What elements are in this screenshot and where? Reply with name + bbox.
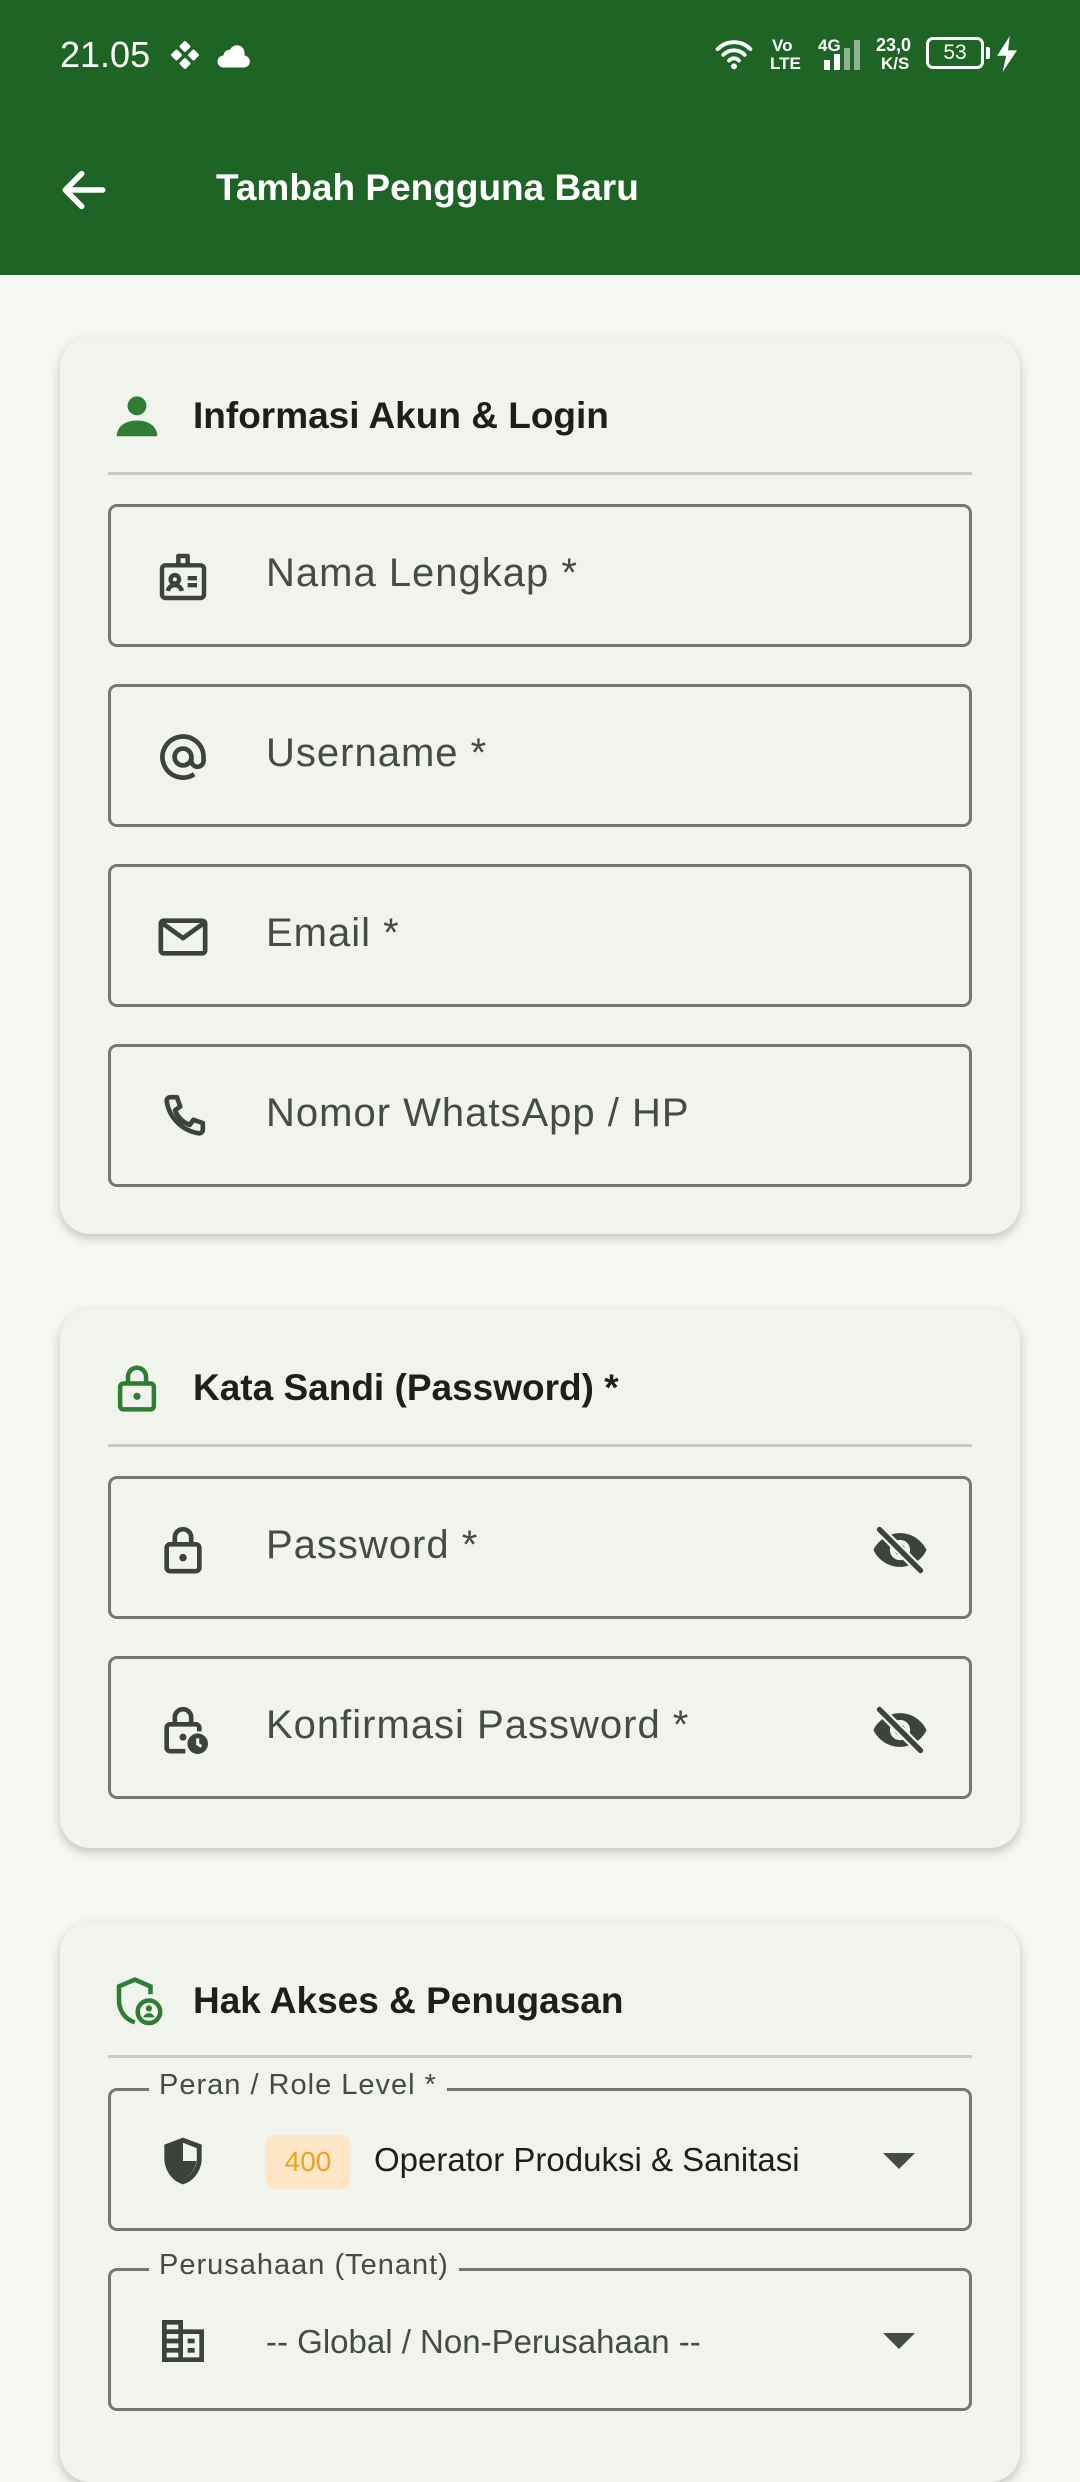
status-bar: 21.05 Vo LTE 4G 23,0 K/S 53 — [0, 0, 1080, 110]
eye-off-icon[interactable] — [871, 1703, 929, 1757]
role-dropdown[interactable]: Peran / Role Level * 400 Operator Produk… — [108, 2069, 972, 2231]
cloud-icon — [217, 45, 250, 68]
password-section-title: Kata Sandi (Password) * — [193, 1367, 619, 1408]
battery-tip — [986, 47, 990, 59]
divider — [108, 2055, 972, 2058]
signal-icon — [824, 40, 860, 70]
phone-icon — [164, 1094, 206, 1136]
account-card: Informasi Akun & Login Nama Lengkap * Us… — [60, 337, 1020, 1234]
eye-off-icon[interactable] — [871, 1523, 929, 1577]
shield-person-icon — [116, 1977, 163, 2026]
divider — [108, 1444, 972, 1447]
lock-icon — [164, 1526, 202, 1574]
wifi-icon — [715, 40, 753, 70]
building-icon — [162, 2320, 204, 2362]
lock-clock-icon — [164, 1706, 208, 1754]
password-field[interactable]: Password * — [108, 1476, 972, 1619]
status-speed: 23,0 — [876, 35, 912, 55]
full-name-field[interactable]: Nama Lengkap * — [108, 504, 972, 647]
shield-icon — [164, 2137, 202, 2185]
lock-icon — [117, 1365, 157, 1412]
role-label: Peran / Role Level * — [149, 2069, 447, 2102]
phone-field[interactable]: Nomor WhatsApp / HP — [108, 1044, 972, 1187]
password-card: Kata Sandi (Password) * Password * Konfi… — [60, 1309, 1020, 1848]
caret-down-icon — [883, 2153, 915, 2169]
access-card: Hak Akses & Penugasan Peran / Role Level… — [60, 1922, 1020, 2482]
confirm-password-placeholder: Konfirmasi Password * — [266, 1703, 690, 1747]
password-placeholder: Password * — [266, 1523, 479, 1567]
username-field[interactable]: Username * — [108, 684, 972, 827]
divider — [108, 472, 972, 475]
company-dropdown[interactable]: Perusahaan (Tenant) -- Global / Non-Peru… — [108, 2249, 972, 2411]
battery-icon: 53 — [926, 37, 984, 69]
role-value: Operator Produksi & Sanitasi — [374, 2141, 800, 2178]
caret-down-icon — [883, 2333, 915, 2349]
company-value: -- Global / Non-Perusahaan -- — [266, 2323, 701, 2360]
role-level-badge: 400 — [266, 2135, 350, 2189]
status-speed-unit: K/S — [881, 54, 910, 73]
full-name-placeholder: Nama Lengkap * — [266, 551, 578, 595]
account-section-title: Informasi Akun & Login — [193, 395, 609, 436]
status-time: 21.05 — [60, 34, 151, 75]
battery-level: 53 — [943, 41, 967, 64]
at-icon — [160, 734, 206, 780]
username-placeholder: Username * — [266, 731, 488, 775]
status-lte: LTE — [770, 54, 801, 73]
mail-icon — [158, 918, 208, 956]
person-icon — [116, 396, 158, 437]
badge-icon — [159, 553, 207, 601]
email-field[interactable]: Email * — [108, 864, 972, 1007]
company-label: Perusahaan (Tenant) — [149, 2249, 459, 2282]
app-bar: 21.05 Vo LTE 4G 23,0 K/S 53 Tambah Pengg… — [0, 0, 1080, 275]
email-placeholder: Email * — [266, 911, 400, 955]
app-notification-icon — [171, 41, 199, 69]
access-section-title: Hak Akses & Penugasan — [193, 1980, 624, 2021]
status-vo: Vo — [772, 36, 793, 55]
page-title: Tambah Pengguna Baru — [216, 167, 639, 208]
confirm-password-field[interactable]: Konfirmasi Password * — [108, 1656, 972, 1799]
charging-icon — [997, 36, 1017, 72]
phone-placeholder: Nomor WhatsApp / HP — [266, 1091, 690, 1135]
arrow-left-icon[interactable] — [56, 162, 112, 218]
